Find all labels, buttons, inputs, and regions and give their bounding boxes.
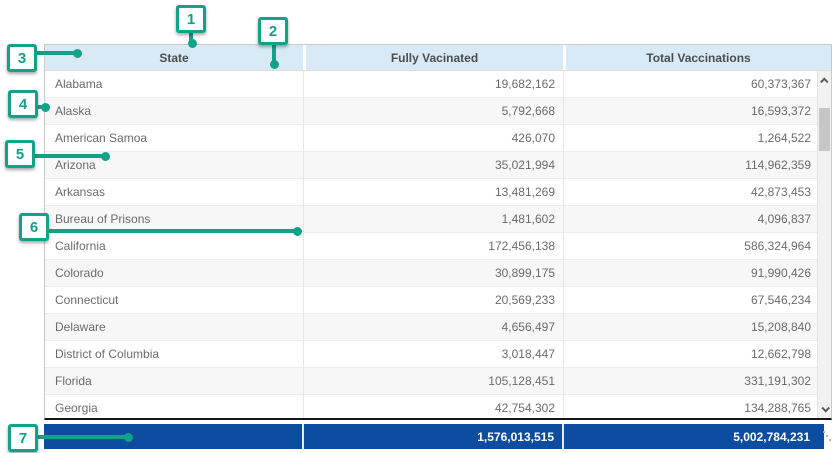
callout-4-dot — [41, 103, 50, 112]
fully-vaccinated-cell: 1,481,602 — [303, 206, 563, 232]
table-row[interactable]: California 172,456,138 586,324,964 — [45, 233, 831, 260]
table-row[interactable]: Georgia 42,754,302 134,288,765 — [45, 395, 831, 418]
total-vaccinations-cell: 586,324,964 — [563, 233, 831, 259]
drag-grip-icon[interactable] — [822, 428, 832, 444]
total-vaccinations-cell: 331,191,302 — [563, 368, 831, 394]
table-row[interactable]: Colorado 30,899,175 91,990,426 — [45, 260, 831, 287]
total-vaccinations-cell: 60,373,367 — [563, 71, 831, 97]
total-vaccinations-cell: 114,962,359 — [563, 152, 831, 178]
table-row[interactable]: Arizona 35,021,994 114,962,359 — [45, 152, 831, 179]
state-cell: District of Columbia — [45, 341, 303, 367]
callout-3-dot — [73, 49, 82, 58]
fully-vaccinated-cell: 19,682,162 — [303, 71, 563, 97]
state-cell: Arkansas — [45, 179, 303, 205]
total-vaccinations-cell: 1,264,522 — [563, 125, 831, 151]
state-cell: Delaware — [45, 314, 303, 340]
state-cell: Colorado — [45, 260, 303, 286]
callout-1: 1 — [176, 5, 206, 33]
fully-vaccinated-cell: 3,018,447 — [303, 341, 563, 367]
callout-6-connector — [47, 229, 297, 233]
state-cell: Connecticut — [45, 287, 303, 313]
table-body: Alabama 19,682,162 60,373,367 Alaska 5,7… — [45, 71, 831, 418]
chevron-up-icon — [820, 77, 828, 85]
scroll-up-button[interactable] — [818, 73, 832, 88]
state-cell: Alaska — [45, 98, 303, 124]
fully-vaccinated-cell: 30,899,175 — [303, 260, 563, 286]
total-vaccinations-cell: 4,096,837 — [563, 206, 831, 232]
callout-7: 7 — [8, 424, 38, 452]
vertical-scrollbar[interactable] — [817, 71, 831, 418]
fully-vaccinated-cell: 105,128,451 — [303, 368, 563, 394]
callout-4: 4 — [8, 90, 38, 118]
state-cell: Florida — [45, 368, 303, 394]
table-row[interactable]: Alabama 19,682,162 60,373,367 — [45, 71, 831, 98]
total-vaccinations-cell: 134,288,765 — [563, 395, 831, 418]
callout-1-dot — [188, 39, 197, 48]
total-vaccinations-cell: 16,593,372 — [563, 98, 831, 124]
callout-2: 2 — [258, 17, 288, 45]
column-header-fully-vaccinated[interactable]: Fully Vacinated — [303, 45, 563, 70]
state-cell: Alabama — [45, 71, 303, 97]
total-vaccinations-cell: 67,546,234 — [563, 287, 831, 313]
callout-5: 5 — [5, 140, 35, 168]
table-row[interactable]: Connecticut 20,569,233 67,546,234 — [45, 287, 831, 314]
callout-7-connector — [36, 435, 128, 439]
fully-vaccinated-cell: 4,656,497 — [303, 314, 563, 340]
vaccination-table-widget: State Fully Vacinated Total Vaccinations… — [44, 44, 832, 449]
scroll-down-button[interactable] — [818, 401, 832, 416]
table-summary-row: 1,576,013,515 5,002,784,231 — [44, 424, 824, 449]
table-row[interactable]: Arkansas 13,481,269 42,873,453 — [45, 179, 831, 206]
scrollbar-thumb[interactable] — [819, 108, 830, 151]
chevron-down-icon — [821, 404, 829, 412]
summary-total-vaccinations-cell: 5,002,784,231 — [562, 424, 824, 449]
callout-3: 3 — [7, 44, 37, 72]
callout-5-connector — [33, 154, 105, 158]
callout-5-dot — [101, 152, 110, 161]
table-row[interactable]: American Samoa 426,070 1,264,522 — [45, 125, 831, 152]
total-vaccinations-cell: 42,873,453 — [563, 179, 831, 205]
state-cell: American Samoa — [45, 125, 303, 151]
summary-fully-vaccinated-cell: 1,576,013,515 — [302, 424, 562, 449]
column-header-state[interactable]: State — [45, 45, 303, 70]
fully-vaccinated-cell: 20,569,233 — [303, 287, 563, 313]
table-row[interactable]: Florida 105,128,451 331,191,302 — [45, 368, 831, 395]
table-row[interactable]: Delaware 4,656,497 15,208,840 — [45, 314, 831, 341]
callout-7-dot — [124, 433, 133, 442]
screenshot-root: State Fully Vacinated Total Vaccinations… — [0, 0, 833, 453]
fully-vaccinated-cell: 13,481,269 — [303, 179, 563, 205]
total-vaccinations-cell: 12,662,798 — [563, 341, 831, 367]
fully-vaccinated-cell: 426,070 — [303, 125, 563, 151]
fully-vaccinated-cell: 5,792,668 — [303, 98, 563, 124]
callout-2-dot — [270, 60, 279, 69]
table-row[interactable]: Alaska 5,792,668 16,593,372 — [45, 98, 831, 125]
callout-6-dot — [293, 227, 302, 236]
fully-vaccinated-cell: 42,754,302 — [303, 395, 563, 418]
callout-3-connector — [35, 51, 77, 55]
fully-vaccinated-cell: 35,021,994 — [303, 152, 563, 178]
column-header-total-vaccinations[interactable]: Total Vaccinations — [563, 45, 831, 70]
total-vaccinations-cell: 91,990,426 — [563, 260, 831, 286]
table-row[interactable]: District of Columbia 3,018,447 12,662,79… — [45, 341, 831, 368]
fully-vaccinated-cell: 172,456,138 — [303, 233, 563, 259]
callout-6: 6 — [19, 213, 49, 241]
state-cell: Georgia — [45, 395, 303, 418]
total-vaccinations-cell: 15,208,840 — [563, 314, 831, 340]
table-header-row: State Fully Vacinated Total Vaccinations — [45, 45, 831, 71]
state-cell: California — [45, 233, 303, 259]
